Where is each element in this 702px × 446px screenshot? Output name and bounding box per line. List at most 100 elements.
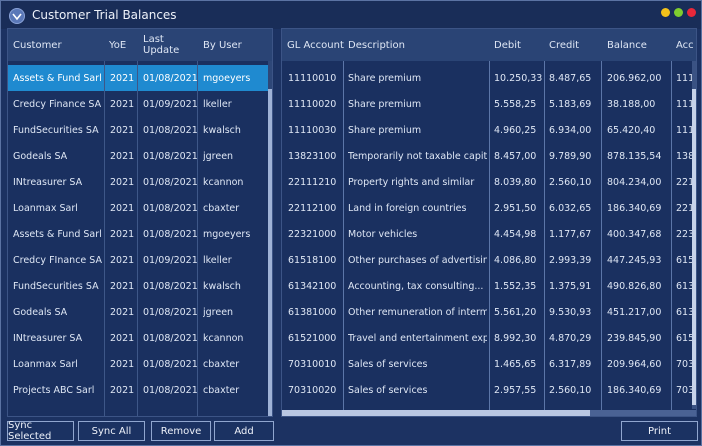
- cell-yoe: 2021: [110, 228, 135, 240]
- cell-last-update: 01/08/2021: [143, 306, 197, 318]
- cell-customer: Godeals SA: [13, 150, 68, 162]
- cell-description: Land in foreign countries: [348, 202, 467, 214]
- print-button[interactable]: Print: [621, 421, 698, 441]
- balances-table-body: 70310020 Sales of services 2.957,55 2.560,1…: [282, 61, 696, 416]
- remove-button[interactable]: Remove: [151, 421, 211, 441]
- cell-last-update: 01/08/2021: [143, 280, 197, 292]
- cell-gl-account: 11110010: [288, 72, 337, 84]
- column-header-gl-account[interactable]: GL Account: [287, 29, 345, 61]
- balances-vertical-scrollbar[interactable]: [692, 61, 696, 409]
- cell-customer: Assets & Fund Sarl: [13, 72, 102, 84]
- balances-horizontal-scrollbar[interactable]: [282, 410, 696, 416]
- cell-last-update: 01/08/2021: [143, 358, 197, 370]
- customer-row[interactable]: FundSecurities SA 2021 01/08/2021 kwalsch: [8, 273, 268, 299]
- cell-account: 221: [676, 176, 692, 188]
- cell-yoe: 2021: [110, 98, 135, 110]
- cell-account: 111: [676, 98, 692, 110]
- column-divider: [601, 61, 602, 416]
- cell-description: Share premium: [348, 72, 422, 84]
- cell-balance: 400.347,68: [607, 228, 662, 240]
- column-header-account[interactable]: Acc: [676, 29, 696, 61]
- cell-description: Share premium: [348, 124, 422, 136]
- cell-last-update: 01/08/2021: [143, 228, 197, 240]
- cell-by-user: kcannon: [203, 332, 244, 344]
- customer-row[interactable]: Credcy Finance SA 2021 01/09/2021 lkeller: [8, 91, 268, 117]
- balances-horizontal-thumb[interactable]: [282, 410, 590, 416]
- cell-description: Sales of services: [348, 358, 428, 370]
- cell-credit: 8.487,65: [549, 72, 592, 84]
- balances-table: GL Account Description Debit Credit Bala…: [281, 28, 697, 417]
- customer-row[interactable]: Loanmax Sarl 2021 01/08/2021 cbaxter: [8, 195, 268, 221]
- customer-row[interactable]: Assets & Fund Sarl 2021 01/08/2021 mgoeyers: [8, 221, 268, 247]
- cell-account: 7031: [676, 384, 692, 396]
- column-header-by-user[interactable]: By User: [203, 29, 268, 61]
- cell-balance: 490.826,80: [607, 280, 662, 292]
- cell-balance: 206.962,00: [607, 72, 662, 84]
- customer-scrollbar-thumb[interactable]: [268, 89, 272, 416]
- column-header-description[interactable]: Description: [348, 29, 488, 61]
- customer-row[interactable]: Loanmax Sarl 2021 01/08/2021 cbaxter: [8, 351, 268, 377]
- cell-gl-account: 70310010: [288, 358, 337, 370]
- column-header-customer[interactable]: Customer: [13, 29, 103, 61]
- cell-customer: INtreasurer SA: [13, 176, 83, 188]
- cell-credit: 6.934,00: [549, 124, 592, 136]
- cell-account: 613: [676, 280, 692, 292]
- maximize-button[interactable]: [674, 8, 683, 17]
- cell-balance: 209.964,60: [607, 358, 662, 370]
- cell-gl-account: 22111210: [288, 176, 337, 188]
- cell-description: Temporarily not taxable capita...: [348, 150, 487, 162]
- close-button[interactable]: [687, 8, 696, 17]
- customer-vertical-scrollbar[interactable]: [268, 61, 272, 416]
- column-header-yoe[interactable]: YoE: [109, 29, 141, 61]
- customer-row[interactable]: Godeals SA 2021 01/08/2021 jgreen: [8, 299, 268, 325]
- cell-description: Share premium: [348, 98, 422, 110]
- cell-debit: 4.960,25: [494, 124, 537, 136]
- title-bar[interactable]: Customer Trial Balances: [1, 1, 701, 29]
- cell-account: 221: [676, 202, 692, 214]
- cell-by-user: jgreen: [203, 306, 234, 318]
- cell-customer: Credcy FInance SA: [13, 254, 102, 266]
- add-button[interactable]: Add: [214, 421, 274, 441]
- sync-all-button[interactable]: Sync All: [78, 421, 145, 441]
- cell-customer: Loanmax Sarl: [13, 358, 78, 370]
- cell-credit: 5.183,69: [549, 98, 592, 110]
- cell-debit: 5.558,25: [494, 98, 537, 110]
- customer-row[interactable]: Assets & Fund Sarl 2021 01/08/2021 mgoeyers: [8, 65, 268, 91]
- column-divider: [671, 61, 672, 416]
- column-header-credit[interactable]: Credit: [549, 29, 599, 61]
- cell-by-user: lkeller: [203, 254, 232, 266]
- cell-last-update: 01/09/2021: [143, 254, 197, 266]
- cell-credit: 1.375,91: [549, 280, 592, 292]
- customer-row[interactable]: FundSecurities SA 2021 01/08/2021 kwalsch: [8, 117, 268, 143]
- column-header-last-update[interactable]: Last Update: [143, 29, 195, 61]
- cell-customer: INtreasurer SA: [13, 332, 83, 344]
- cell-customer: Credcy Finance SA: [13, 98, 102, 110]
- minimize-button[interactable]: [661, 8, 670, 17]
- customer-row[interactable]: Projects ABC Sarl 2021 01/08/2021 cbaxter: [8, 377, 268, 403]
- customer-row[interactable]: INtreasurer SA 2021 01/08/2021 kcannon: [8, 325, 268, 351]
- column-header-debit[interactable]: Debit: [494, 29, 544, 61]
- customer-row[interactable]: Credcy FInance SA 2021 01/09/2021 lkeller: [8, 247, 268, 273]
- cell-gl-account: 61521000: [288, 332, 337, 344]
- column-header-balance[interactable]: Balance: [607, 29, 667, 61]
- cell-debit: 5.561,20: [494, 306, 537, 318]
- cell-by-user: kwalsch: [203, 280, 241, 292]
- customer-row[interactable]: INtreasurer SA 2021 01/08/2021 kcannon: [8, 169, 268, 195]
- sync-selected-button[interactable]: Sync Selected: [7, 420, 74, 442]
- customer-table-body: Projects ABC Sarl 2021 01/08/2021 cbaxter Lo…: [8, 61, 272, 416]
- cell-balance: 447.245,93: [607, 254, 662, 266]
- cell-last-update: 01/09/2021: [143, 98, 197, 110]
- column-divider: [137, 61, 138, 416]
- customer-row[interactable]: Godeals SA 2021 01/08/2021 jgreen: [8, 143, 268, 169]
- balances-scrollbar-thumb[interactable]: [692, 89, 696, 405]
- cell-description: Travel and entertainment exp...: [348, 332, 487, 344]
- cell-balance: 239.845,90: [607, 332, 662, 344]
- cell-customer: FundSecurities SA: [13, 124, 99, 136]
- cell-debit: 1.552,35: [494, 280, 537, 292]
- cell-by-user: mgoeyers: [203, 72, 251, 84]
- cell-last-update: 01/08/2021: [143, 124, 197, 136]
- cell-by-user: cbaxter: [203, 384, 240, 396]
- cell-by-user: mgoeyers: [203, 228, 251, 240]
- cell-by-user: cbaxter: [203, 358, 240, 370]
- cell-debit: 8.457,00: [494, 150, 537, 162]
